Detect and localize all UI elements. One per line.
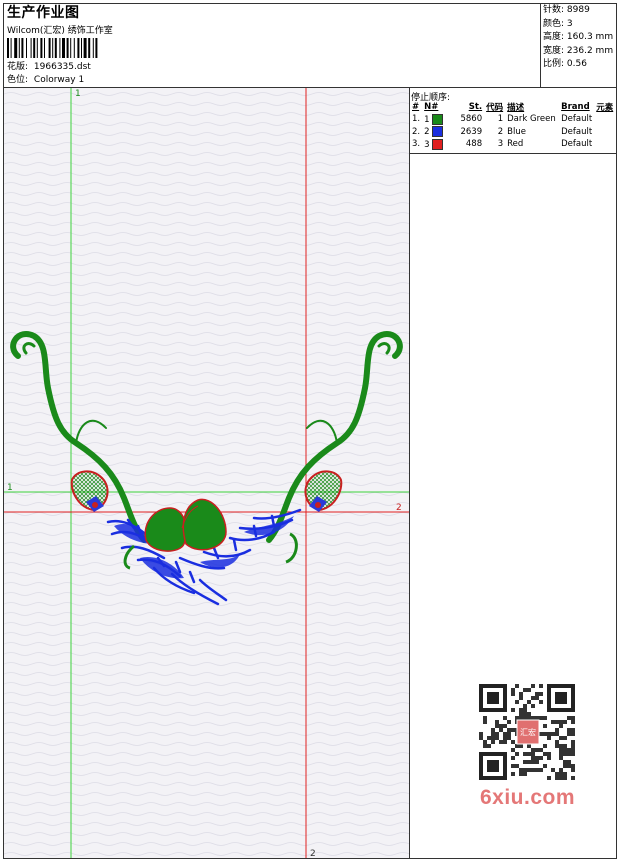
row-element <box>594 126 615 139</box>
row-code: 3 <box>497 139 504 150</box>
guide-label-red-v: 2 <box>310 849 316 858</box>
row-number-value: 2 <box>424 127 430 138</box>
table-row[interactable]: 3. 3 488 3 Red Default <box>410 138 615 151</box>
color-swatch <box>432 113 444 125</box>
stat-value: 236.2 mm <box>566 45 614 56</box>
colorway-row: 色位: Colorway 1 <box>7 74 91 87</box>
row-number-value: 3 <box>424 139 430 150</box>
row-code: 2 <box>497 126 504 137</box>
stat-row: 高度: 160.3 mm <box>543 31 613 45</box>
stat-value: 160.3 mm <box>566 32 614 42</box>
color-swatch <box>432 126 444 138</box>
guide-label-green-v: 1 <box>75 89 81 99</box>
embroidery-preview: 1 1 2 2 <box>4 88 409 858</box>
stat-row: 宽度: 236.2 mm <box>543 45 613 59</box>
stat-row: 比例: 0.56 <box>543 58 613 72</box>
color-swatch <box>432 138 444 150</box>
table-header-row: # N# St. 代码 描述 Brand 元素 <box>410 101 615 113</box>
row-brand: Default <box>561 114 593 125</box>
guide-label-green-h: 1 <box>7 483 13 493</box>
table-row[interactable]: 1. 1 5860 1 Dark Green Default <box>410 113 615 126</box>
canvas-divider <box>409 88 410 858</box>
stat-row: 颜色: 3 <box>543 18 613 32</box>
design-value: 1966335.dst <box>33 62 91 72</box>
col-header-code: 代码 <box>486 103 504 113</box>
row-index: 1. <box>412 114 421 125</box>
row-number-value: 1 <box>424 114 430 125</box>
guide-label-red-h: 2 <box>396 503 402 513</box>
stat-value: 8989 <box>566 5 590 15</box>
colorway-label: 色位: <box>7 75 29 85</box>
barcode <box>7 38 98 58</box>
stat-label: 宽度: <box>543 45 565 56</box>
col-header-index: # <box>412 102 420 112</box>
colorway-value: Colorway 1 <box>33 75 85 85</box>
col-header-brand: Brand <box>561 102 590 112</box>
row-element <box>594 113 615 126</box>
col-header-stitches: St. <box>468 102 483 112</box>
stat-label: 针数: <box>543 5 565 15</box>
row-description: Blue <box>507 126 526 137</box>
col-header-description: 描述 <box>507 103 525 113</box>
page-title: 生产作业图 <box>7 5 80 21</box>
qr-code: 汇宏 <box>479 684 575 780</box>
col-header-element: 元素 <box>596 103 614 113</box>
row-description: Dark Green <box>507 114 556 125</box>
row-stitches: 2639 <box>460 126 483 137</box>
row-index: 3. <box>412 139 421 150</box>
row-code: 1 <box>497 114 504 125</box>
row-number: 3 <box>422 138 450 151</box>
stat-row: 针数: 8989 <box>543 4 613 18</box>
stats-divider <box>540 4 541 88</box>
watermark-text: 6xiu.com <box>479 786 576 809</box>
design-stats: 针数: 8989 颜色: 3 高度: 160.3 mm 宽度: 236.2 mm… <box>543 4 613 72</box>
row-brand: Default <box>561 139 593 150</box>
watermark: 汇宏 6xiu.com <box>470 678 585 818</box>
design-info: 花版: 1966335.dst 色位: Colorway 1 <box>7 61 91 87</box>
svg-text:汇宏: 汇宏 <box>520 727 536 737</box>
row-brand: Default <box>561 126 593 137</box>
row-stitches: 5860 <box>460 114 483 125</box>
row-index: 2. <box>412 126 421 137</box>
stat-value: 3 <box>566 18 573 29</box>
col-header-number: N# <box>424 102 439 112</box>
fabric-texture <box>4 88 409 858</box>
design-label: 花版: <box>7 62 29 72</box>
stat-label: 比例: <box>543 59 565 69</box>
stat-label: 高度: <box>543 32 565 42</box>
stat-label: 颜色: <box>543 18 565 29</box>
stop-sequence-table: # N# St. 代码 描述 Brand 元素 1. 1 5860 1 Dark… <box>410 101 615 151</box>
row-number: 2 <box>422 126 450 139</box>
row-element <box>594 138 615 151</box>
row-stitches: 488 <box>465 139 483 150</box>
stat-value: 0.56 <box>566 59 587 69</box>
row-number: 1 <box>422 113 450 126</box>
row-description: Red <box>507 139 524 150</box>
design-canvas[interactable]: 1 1 2 2 <box>4 88 409 858</box>
table-row[interactable]: 2. 2 2639 2 Blue Default <box>410 126 615 139</box>
table-bottom-rule <box>410 153 616 154</box>
design-row: 花版: 1966335.dst <box>7 61 91 74</box>
company-name: Wilcom(汇宏) 绣饰工作室 <box>7 26 113 36</box>
